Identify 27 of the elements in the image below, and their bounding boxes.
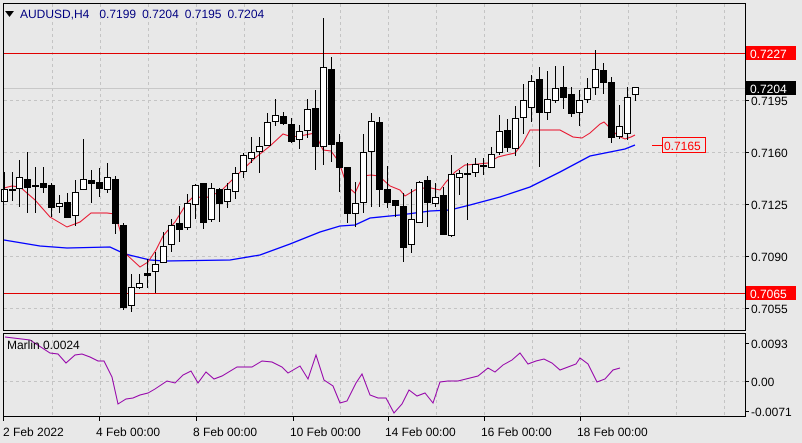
dropdown-triangle-icon[interactable] (5, 11, 14, 17)
indicator-axis-label: 0.0093 (751, 337, 788, 351)
price-axis-label: 0.7160 (751, 146, 788, 160)
symbol-label: AUDUSD,H4 (20, 6, 90, 23)
time-axis-label: 18 Feb 00:00 (577, 425, 648, 439)
indicator-name: Marlin 0.0024 (7, 338, 80, 352)
time-axis-label: 10 Feb 00:00 (290, 425, 361, 439)
price-value: 0.7199 (99, 6, 136, 23)
price-axis-label: 0.7195 (751, 94, 788, 108)
indicator-axis-label: 0.00 (751, 375, 774, 389)
price-tag: 0.7227 (746, 46, 796, 61)
leader-line (652, 145, 662, 146)
price-tag: 0.7204 (746, 81, 796, 96)
price-axis-label: 0.7125 (751, 198, 788, 212)
indicator-axis-label: -0.0071 (751, 405, 792, 419)
time-axis-label: 4 Feb 00:00 (96, 425, 160, 439)
price-tag: 0.7065 (746, 286, 796, 301)
price-value: 0.7204 (227, 6, 264, 23)
price-callout: 0.7165 (662, 137, 706, 153)
price-value: 0.7195 (184, 6, 222, 23)
price-axis-label: 0.7090 (751, 250, 788, 264)
time-axis-label: 8 Feb 00:00 (193, 425, 258, 439)
price-axis-label: 0.7055 (751, 302, 788, 316)
time-axis-label: 2 Feb 2022 (3, 425, 64, 439)
time-axis-label: 16 Feb 00:00 (481, 425, 552, 439)
price-value: 0.7204 (142, 6, 179, 23)
time-axis-label: 14 Feb 00:00 (385, 425, 456, 439)
